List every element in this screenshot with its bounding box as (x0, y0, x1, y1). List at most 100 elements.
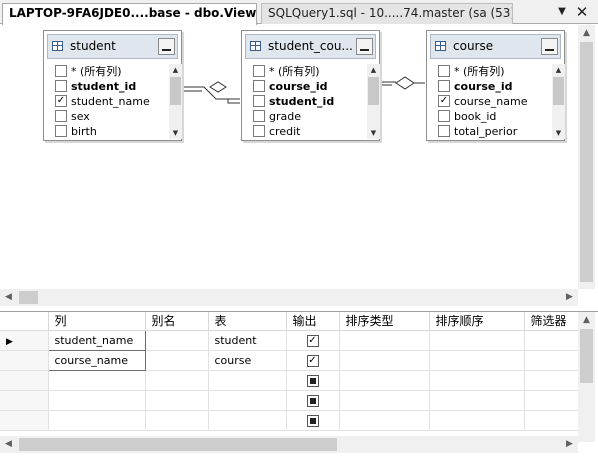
sort-order-cell[interactable] (429, 370, 525, 391)
column-checkbox[interactable] (253, 80, 265, 92)
column-checkbox[interactable] (55, 125, 67, 137)
column-checkbox[interactable]: ✓ (55, 95, 67, 107)
sort-order-cell[interactable] (429, 350, 525, 371)
column-cell[interactable] (48, 390, 146, 411)
tab-sql-query[interactable]: SQLQuery1.sql - 10.....74.master (sa (53… (261, 3, 513, 24)
table-column-item[interactable]: course_id (251, 79, 363, 94)
column-checkbox[interactable] (55, 80, 67, 92)
column-checkbox[interactable] (438, 110, 450, 122)
table-column-item[interactable]: ✓ student_name (53, 94, 165, 109)
column-checkbox[interactable] (438, 80, 450, 92)
table-cell[interactable]: course (208, 350, 287, 371)
output-cell[interactable] (286, 370, 340, 391)
sort-type-cell[interactable] (339, 370, 430, 391)
scroll-down-icon[interactable]: ▼ (367, 127, 380, 139)
table-column-item[interactable]: student_id (251, 94, 363, 109)
column-cell[interactable]: student_name (47, 329, 146, 351)
filter-cell[interactable] (524, 390, 579, 411)
diagram-vertical-scrollbar[interactable]: ▲ (578, 25, 595, 289)
table-scrollbar[interactable]: ▲ ▼ (169, 64, 182, 139)
scroll-down-icon[interactable]: ▼ (552, 127, 565, 139)
column-checkbox[interactable] (55, 65, 67, 77)
scroll-thumb[interactable] (19, 438, 337, 451)
table-column-item[interactable]: * (所有列) (53, 64, 165, 79)
row-selector[interactable] (0, 350, 49, 371)
chevron-down-icon[interactable]: ▼ (554, 4, 570, 20)
table-column-item[interactable]: book_id (436, 109, 548, 124)
output-checkbox[interactable] (306, 374, 319, 387)
column-header[interactable]: 列 (48, 312, 146, 331)
table-header[interactable]: course (430, 34, 561, 59)
grid-row[interactable]: ▶ student_name student ✓ (0, 329, 579, 351)
table-scrollbar[interactable]: ▲ ▼ (367, 64, 380, 139)
output-cell[interactable]: ✓ (286, 330, 340, 351)
column-header[interactable]: 排序顺序 (429, 312, 525, 331)
column-cell[interactable] (48, 410, 146, 431)
scroll-up-icon[interactable]: ▲ (578, 312, 595, 329)
table-cell[interactable] (208, 370, 287, 391)
column-checkbox[interactable] (253, 110, 265, 122)
table-column-item[interactable]: course_id (436, 79, 548, 94)
column-header[interactable]: 输出 (286, 312, 340, 331)
table-column-item[interactable]: student_id (53, 79, 165, 94)
column-checkbox[interactable] (253, 125, 265, 137)
grid-row[interactable] (0, 370, 579, 391)
table-column-item[interactable]: ✓ course_name (436, 94, 548, 109)
table-header[interactable]: student_cou... (245, 34, 376, 59)
row-selector[interactable] (0, 370, 49, 391)
sort-type-cell[interactable] (339, 350, 430, 371)
table-column-item[interactable]: * (所有列) (251, 64, 363, 79)
diagram-pane[interactable]: student * (所有列) student_id ✓ student_name se… (0, 25, 598, 306)
alias-cell[interactable] (145, 330, 209, 351)
scroll-up-icon[interactable]: ▲ (169, 64, 182, 76)
column-header[interactable]: 表 (208, 312, 287, 331)
row-selector[interactable] (0, 410, 49, 431)
scroll-up-icon[interactable]: ▲ (367, 64, 380, 76)
grid-row[interactable] (0, 390, 579, 411)
table-header[interactable]: student (47, 34, 178, 59)
row-selector[interactable]: ▶ (0, 330, 49, 351)
column-checkbox[interactable] (438, 65, 450, 77)
minimize-button[interactable] (541, 38, 558, 55)
column-checkbox[interactable] (253, 65, 265, 77)
table-column-item[interactable]: sex (53, 109, 165, 124)
filter-cell[interactable] (524, 350, 579, 371)
column-checkbox[interactable] (438, 125, 450, 137)
filter-cell[interactable] (524, 370, 579, 391)
scroll-up-icon[interactable]: ▲ (552, 64, 565, 76)
minimize-button[interactable] (158, 38, 175, 55)
column-cell[interactable]: course_name (47, 349, 146, 371)
filter-cell[interactable] (524, 330, 579, 351)
column-header[interactable]: 排序类型 (339, 312, 430, 331)
diagram-horizontal-scrollbar[interactable]: ◀ ▶ (0, 289, 578, 306)
table-column-item[interactable]: grade (251, 109, 363, 124)
alias-cell[interactable] (145, 410, 209, 431)
row-selector[interactable] (0, 390, 49, 411)
minimize-button[interactable] (356, 38, 373, 55)
filter-cell[interactable] (524, 410, 579, 431)
column-header[interactable]: 筛选器 (524, 312, 579, 331)
table-cell[interactable] (208, 410, 287, 431)
scroll-thumb[interactable] (19, 291, 38, 304)
output-checkbox[interactable] (306, 414, 319, 427)
alias-cell[interactable] (145, 370, 209, 391)
output-checkbox[interactable] (306, 394, 319, 407)
scroll-right-icon[interactable]: ▶ (561, 436, 578, 453)
column-checkbox[interactable]: ✓ (438, 95, 450, 107)
scroll-right-icon[interactable]: ▶ (561, 289, 578, 306)
scroll-up-icon[interactable]: ▲ (578, 25, 595, 42)
table-column-item[interactable]: credit (251, 124, 363, 139)
output-checkbox[interactable]: ✓ (306, 354, 319, 367)
sort-type-cell[interactable] (339, 410, 430, 431)
output-checkbox[interactable]: ✓ (306, 334, 319, 347)
grid-vertical-scrollbar[interactable]: ▲ (578, 312, 595, 442)
tab-view-designer[interactable]: LAPTOP-9FA6JDE0....base - dbo.View_1 (2, 3, 257, 25)
sort-type-cell[interactable] (339, 390, 430, 411)
grid-row[interactable]: course_name course ✓ (0, 349, 579, 371)
scroll-down-icon[interactable]: ▼ (169, 127, 182, 139)
table-box-course[interactable]: course * (所有列) course_id ✓ course_name book_… (426, 30, 565, 141)
grid-row[interactable] (0, 410, 579, 431)
table-scrollbar[interactable]: ▲ ▼ (552, 64, 565, 139)
output-cell[interactable] (286, 410, 340, 431)
table-column-item[interactable]: total_perior (436, 124, 548, 139)
